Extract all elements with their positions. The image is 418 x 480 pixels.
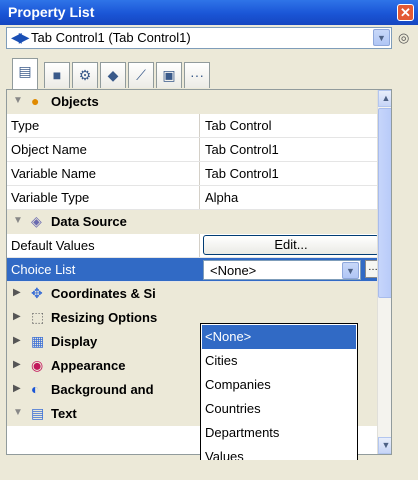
property-row-default-values[interactable]: Default Values Edit...	[7, 234, 379, 258]
objects-icon: ●	[31, 93, 40, 109]
chevron-down-icon[interactable]: ▼	[373, 29, 390, 46]
section-label: Display	[51, 334, 98, 349]
section-objects[interactable]: ▼ ● Objects	[7, 90, 377, 114]
property-name: Object Name	[11, 142, 87, 157]
property-value: Alpha	[205, 190, 239, 205]
data-source-icon: ◈	[31, 213, 42, 229]
view-options-icon[interactable]: ◎	[398, 30, 409, 46]
tab-gear-icon[interactable]: ⚙	[72, 62, 98, 88]
vertical-scrollbar[interactable]: ▲ ▼	[377, 90, 391, 454]
property-value: Tab Control	[205, 118, 272, 133]
appearance-icon: ◉	[31, 357, 44, 373]
collapse-arrow-icon[interactable]: ▼	[13, 95, 23, 106]
tab-list-icon[interactable]: ▤	[12, 58, 38, 89]
object-selector-value: Tab Control1 (Tab Control1)	[31, 30, 191, 45]
section-label: Objects	[51, 94, 99, 109]
property-row-choice-list[interactable]: Choice List <None> ▼ …	[7, 258, 381, 282]
dropdown-option[interactable]: Countries	[202, 397, 356, 421]
title-bar: Property List ✕	[0, 0, 418, 25]
scroll-thumb[interactable]	[378, 108, 391, 298]
dropdown-option[interactable]: Departments	[202, 421, 356, 445]
collapse-arrow-icon[interactable]: ▼	[13, 407, 23, 418]
property-row-object-name[interactable]: Object Name Tab Control1	[7, 138, 377, 162]
coordinates-icon: ✥	[31, 285, 43, 301]
scroll-down-icon[interactable]: ▼	[378, 437, 391, 454]
property-row-variable-type[interactable]: Variable Type Alpha	[7, 186, 377, 210]
section-label: Background and	[51, 382, 154, 397]
scroll-up-icon[interactable]: ▲	[378, 90, 391, 107]
tab-strip: ▤ ■ ⚙ ◆ ⟋ ▣ ···	[6, 58, 406, 90]
property-value: Tab Control1	[205, 142, 279, 157]
section-coordinates[interactable]: ▶ ✥ Coordinates & Si	[7, 282, 377, 306]
status-bar	[0, 460, 418, 480]
property-value: Tab Control1	[205, 166, 279, 181]
tab-shapes-icon[interactable]: ◆	[100, 62, 126, 88]
close-button[interactable]: ✕	[397, 4, 414, 21]
section-label: Text	[51, 406, 77, 421]
dropdown-option[interactable]: <None>	[202, 325, 356, 349]
section-label: Data Source	[51, 214, 127, 229]
choice-list-dropdown: <None> Cities Companies Countries Depart…	[200, 323, 358, 467]
property-name: Variable Name	[11, 166, 97, 181]
property-name: Type	[11, 118, 40, 133]
property-row-variable-name[interactable]: Variable Name Tab Control1	[7, 162, 377, 186]
dropdown-option[interactable]: Companies	[202, 373, 356, 397]
tab-object-icon[interactable]: ■	[44, 62, 70, 88]
nav-arrows-icon[interactable]: ◀▶	[11, 29, 29, 46]
window-title: Property List	[8, 4, 95, 20]
tab-monitor-icon[interactable]: ▣	[156, 62, 182, 88]
object-selector[interactable]: ◀▶ Tab Control1 (Tab Control1) ▼	[6, 27, 392, 49]
collapse-arrow-icon[interactable]: ▼	[13, 215, 23, 226]
property-name: Default Values	[11, 238, 95, 253]
expand-arrow-icon[interactable]: ▶	[13, 287, 21, 298]
expand-arrow-icon[interactable]: ▶	[13, 359, 21, 370]
dropdown-option[interactable]: Cities	[202, 349, 356, 373]
property-name: Variable Type	[11, 190, 90, 205]
resizing-icon: ⬚	[31, 309, 45, 325]
expand-arrow-icon[interactable]: ▶	[13, 335, 21, 346]
display-icon: ▦	[31, 333, 45, 349]
chevron-down-icon[interactable]: ▼	[342, 262, 359, 279]
section-label: Appearance	[51, 358, 126, 373]
section-label: Coordinates & Si	[51, 286, 156, 301]
section-data-source[interactable]: ▼ ◈ Data Source	[7, 210, 377, 234]
property-row-type[interactable]: Type Tab Control	[7, 114, 377, 138]
tab-more-icon[interactable]: ···	[184, 62, 210, 88]
section-label: Resizing Options	[51, 310, 158, 325]
tab-chart-icon[interactable]: ⟋	[128, 62, 154, 88]
expand-arrow-icon[interactable]: ▶	[13, 383, 21, 394]
choice-list-value: <None>	[210, 263, 257, 278]
text-icon: ▤	[31, 405, 45, 421]
choice-list-select[interactable]: <None> ▼	[203, 260, 361, 280]
expand-arrow-icon[interactable]: ▶	[13, 311, 21, 322]
background-icon: ◐	[31, 381, 40, 397]
property-name: Choice List	[11, 262, 76, 277]
edit-button[interactable]: Edit...	[203, 235, 379, 255]
